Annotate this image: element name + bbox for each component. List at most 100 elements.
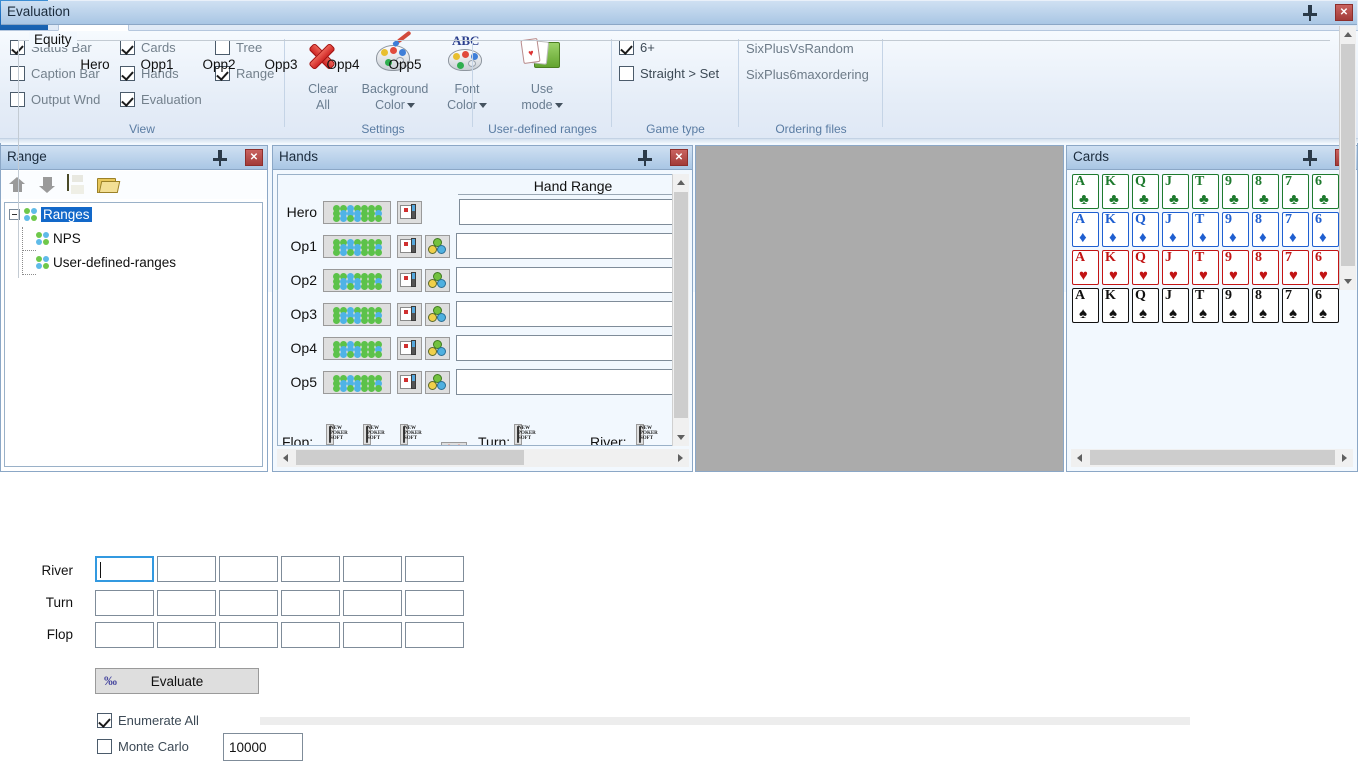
scroll-left-button[interactable] <box>277 449 294 466</box>
chips-button[interactable] <box>425 337 450 360</box>
chips-button[interactable] <box>425 303 450 326</box>
equity-field-turn-opp5[interactable] <box>405 590 464 616</box>
card-back-icon: NEWPOKERSOFT <box>329 426 331 443</box>
evaluate-button[interactable]: ‰ Evaluate <box>95 668 259 694</box>
scrollbar-thumb[interactable] <box>1090 450 1335 465</box>
hands-horizontal-scrollbar[interactable] <box>277 449 689 467</box>
spades-suit-icon: ♠ <box>1139 306 1147 321</box>
column-header-opp4: Opp4 <box>312 57 374 72</box>
equity-field-river-opp1[interactable] <box>157 556 216 582</box>
spades-suit-icon: ♠ <box>1289 306 1297 321</box>
turn-card[interactable]: NEWPOKERSOFT <box>514 424 522 445</box>
matrix-button[interactable] <box>323 371 391 394</box>
equity-field-turn-opp1[interactable] <box>157 590 216 616</box>
equity-field-flop-opp2[interactable] <box>219 622 278 648</box>
scroll-left-button[interactable] <box>1071 449 1088 466</box>
red-x-icon <box>443 443 465 446</box>
hand-range-input[interactable] <box>456 335 679 361</box>
chips-icon <box>428 340 447 357</box>
hand-matrix-icon <box>331 374 383 390</box>
hands-row-label: Op4 <box>278 340 323 356</box>
card-select-button[interactable] <box>397 337 422 360</box>
flop-label: Flop: <box>282 434 313 446</box>
column-header-opp2: Opp2 <box>188 57 250 72</box>
scrollbar-thumb[interactable] <box>1341 44 1355 266</box>
flop-card-1[interactable]: NEWPOKERSOFT <box>326 424 334 445</box>
turn-label: Turn: <box>478 434 510 446</box>
hand-range-input[interactable] <box>456 301 679 327</box>
percent-icon: ‰ <box>104 673 117 689</box>
equity-field-turn-hero[interactable] <box>95 590 154 616</box>
progress-slider[interactable] <box>260 717 1190 725</box>
card-select-icon <box>400 374 419 391</box>
scroll-down-button[interactable] <box>1340 273 1356 290</box>
river-card[interactable]: NEWPOKERSOFT <box>636 424 644 445</box>
spades-suit-icon: ♠ <box>1079 306 1087 321</box>
flop-card-2[interactable]: NEWPOKERSOFT <box>363 424 371 445</box>
checkbox-enumerate-all[interactable]: Enumerate All <box>97 713 199 728</box>
chips-icon <box>428 374 447 391</box>
card-8-spades[interactable]: 8♠ <box>1252 288 1279 323</box>
equity-field-river-hero[interactable] <box>95 556 154 582</box>
card-K-spades[interactable]: K♠ <box>1102 288 1129 323</box>
spades-suit-icon: ♠ <box>1169 306 1177 321</box>
scroll-up-button[interactable] <box>1340 26 1356 43</box>
card-9-spades[interactable]: 9♠ <box>1222 288 1249 323</box>
card-Q-spades[interactable]: Q♠ <box>1132 288 1159 323</box>
matrix-button[interactable] <box>323 303 391 326</box>
scroll-down-button[interactable] <box>673 429 689 446</box>
spades-suit-icon: ♠ <box>1109 306 1117 321</box>
hands-row-op3: Op3 <box>278 299 679 329</box>
hand-range-input[interactable] <box>456 369 679 395</box>
card-select-button[interactable] <box>397 303 422 326</box>
chevron-left-icon <box>1077 454 1082 462</box>
equity-field-river-opp3[interactable] <box>281 556 340 582</box>
equity-field-turn-opp4[interactable] <box>343 590 402 616</box>
checkbox-monte-carlo[interactable]: Monte Carlo <box>97 739 189 754</box>
card-rank: T <box>1195 288 1204 303</box>
equity-field-flop-opp1[interactable] <box>157 622 216 648</box>
card-J-spades[interactable]: J♠ <box>1162 288 1189 323</box>
matrix-button[interactable] <box>323 337 391 360</box>
hands-row-label: Op5 <box>278 374 323 390</box>
checkbox-box[interactable] <box>97 739 112 754</box>
card-rank: Q <box>1135 288 1146 303</box>
card-select-icon <box>400 306 419 323</box>
card-6-spades[interactable]: 6♠ <box>1312 288 1339 323</box>
card-A-spades[interactable]: A♠ <box>1072 288 1099 323</box>
chevron-right-icon <box>1342 454 1347 462</box>
equity-field-flop-opp5[interactable] <box>405 622 464 648</box>
scroll-right-button[interactable] <box>1336 449 1353 466</box>
checkbox-box[interactable] <box>97 713 112 728</box>
equity-field-flop-opp4[interactable] <box>343 622 402 648</box>
clear-flop-button[interactable] <box>441 442 467 446</box>
card-rank: 8 <box>1255 288 1262 303</box>
chevron-left-icon <box>283 454 288 462</box>
evaluation-vertical-scrollbar[interactable] <box>1339 26 1356 290</box>
spades-suit-icon: ♠ <box>1199 306 1207 321</box>
hand-matrix-icon <box>331 340 383 356</box>
checkbox-label: Enumerate All <box>118 713 199 728</box>
equity-field-river-opp2[interactable] <box>219 556 278 582</box>
card-7-spades[interactable]: 7♠ <box>1282 288 1309 323</box>
close-icon[interactable]: ✕ <box>1335 4 1353 21</box>
card-T-spades[interactable]: T♠ <box>1192 288 1219 323</box>
equity-field-flop-opp3[interactable] <box>281 622 340 648</box>
card-select-button[interactable] <box>397 371 422 394</box>
card-back-icon: NEWPOKERSOFT <box>517 426 519 443</box>
scroll-right-button[interactable] <box>672 449 689 466</box>
flop-card-3[interactable]: NEWPOKERSOFT <box>400 424 408 445</box>
scrollbar-thumb[interactable] <box>296 450 524 465</box>
equity-field-river-opp5[interactable] <box>405 556 464 582</box>
equity-field-flop-hero[interactable] <box>95 622 154 648</box>
equity-field-river-opp4[interactable] <box>343 556 402 582</box>
monte-carlo-iterations-input[interactable] <box>223 733 303 761</box>
pin-icon[interactable] <box>1303 5 1317 21</box>
chips-button[interactable] <box>425 371 450 394</box>
equity-field-turn-opp2[interactable] <box>219 590 278 616</box>
card-rank: 7 <box>1285 288 1292 303</box>
equity-field-turn-opp3[interactable] <box>281 590 340 616</box>
card-rank: 6 <box>1315 288 1322 303</box>
evaluation-panel-caption: Evaluation ✕ <box>1 1 1357 25</box>
cards-horizontal-scrollbar[interactable] <box>1071 449 1353 467</box>
